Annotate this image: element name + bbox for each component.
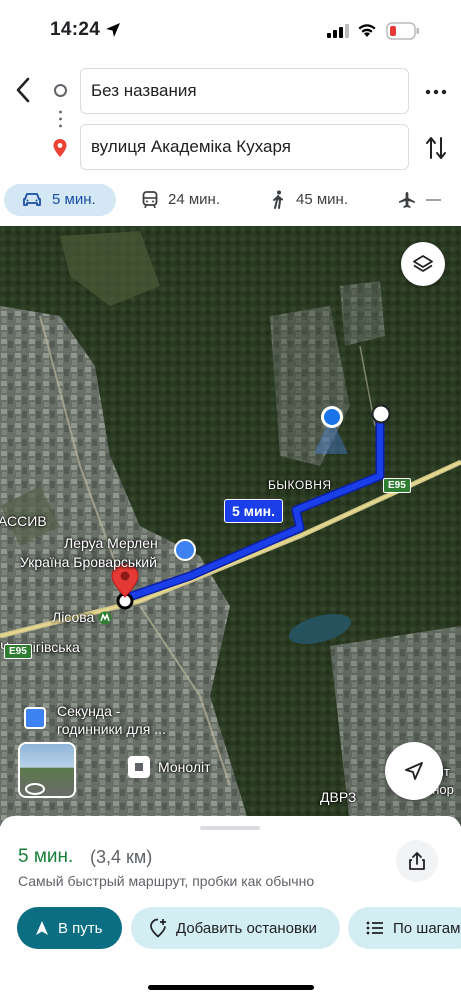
add-stops-label: Добавить остановки [176,919,317,937]
sheet-drag-handle[interactable] [200,826,260,830]
road-shield-e95: E95 [383,478,411,493]
map-label-bykovnia: БЫКОВНЯ [268,478,332,492]
share-icon [409,852,425,870]
cellular-signal-icon [327,24,349,38]
metro-icon [98,611,112,625]
route-distance: (3,4 км) [90,847,153,867]
tab-driving-label: 5 мин. [52,191,96,208]
tab-walking[interactable]: 45 мин. [270,184,348,216]
car-icon [23,193,41,206]
layers-icon [413,255,433,272]
start-navigation-label: В путь [58,919,103,937]
route-connector-dots [59,110,62,128]
route-eta: 5 мин. [18,846,74,867]
tab-transit-label: 24 мин. [168,191,220,208]
route-summary-sheet: 5 мин. (3,4 км) Самый быстрый маршрут, п… [0,816,461,999]
start-navigation-button[interactable]: В путь [17,907,122,949]
add-stop-pin-icon [150,918,166,938]
tab-flights-label: — [426,191,441,208]
destination-pin-icon [53,139,67,157]
travel-mode-tabs: 5 мин. 24 мин. 45 мин. — [0,184,461,222]
street-view-thumbnail[interactable] [18,742,76,798]
share-button[interactable] [396,840,438,882]
step-by-step-label: По шагам [393,919,461,937]
tab-flights[interactable]: — [398,184,441,216]
shopping-bag-poi-icon[interactable] [24,707,46,729]
street-view-rotate-icon [25,783,45,795]
poi-label-leroy-2[interactable]: Україна Броварський [20,554,157,571]
location-arrow-icon [106,23,120,37]
route-description: Самый быстрый маршрут, пробки как обычно [18,873,315,889]
back-arrow-icon[interactable] [12,76,36,104]
plane-icon [399,192,415,208]
tab-transit[interactable]: 24 мин. [142,184,220,216]
destination-field[interactable]: вулиця Академіка Кухаря [80,124,409,170]
navigate-button[interactable] [385,742,443,800]
swap-route-icon[interactable] [424,134,448,162]
battery-low-icon [386,22,419,40]
map-layers-button[interactable] [401,242,445,286]
map-label-massiv: АССИВ [0,513,47,529]
poi-label-monolit[interactable]: Моноліт [158,759,211,776]
poi-label-sekunda-1[interactable]: Секунда - [57,703,120,720]
route-start-marker [371,404,391,424]
step-by-step-button[interactable]: По шагам [348,907,461,949]
map-label-dvrz: ДВРЗ [320,789,357,805]
road-shield-e95: E95 [4,644,32,659]
status-time: 14:24 [50,19,101,40]
poi-label-sekunda-2[interactable]: годинники для ... [57,721,166,738]
route-time-badge[interactable]: 5 мин. [224,499,283,523]
add-stops-button[interactable]: Добавить остановки [131,907,340,949]
tab-walking-label: 45 мин. [296,191,348,208]
home-indicator[interactable] [148,985,314,990]
map-label-lisova: Лісова [52,609,95,625]
more-options-icon[interactable] [424,82,448,102]
navigation-arrow-icon [405,762,423,780]
wifi-icon [358,24,376,37]
navigation-arrow-icon [36,921,48,935]
building-poi-icon[interactable] [128,756,150,778]
map-view[interactable]: 5 мин. БЫКОВНЯ АССИВ Леруа Мерлен Україн… [0,226,461,826]
transit-icon [142,191,158,209]
shopping-bag-poi-icon[interactable] [174,539,196,561]
poi-label-leroy-1[interactable]: Леруа Мерлен [64,535,158,552]
origin-field[interactable]: Без названия [80,68,409,114]
walk-icon [273,190,283,209]
current-location-icon [321,406,343,428]
tab-driving[interactable]: 5 мин. [4,184,116,216]
origin-marker-icon [54,84,67,97]
list-icon [366,921,383,935]
status-bar: 14:24 [0,0,461,62]
